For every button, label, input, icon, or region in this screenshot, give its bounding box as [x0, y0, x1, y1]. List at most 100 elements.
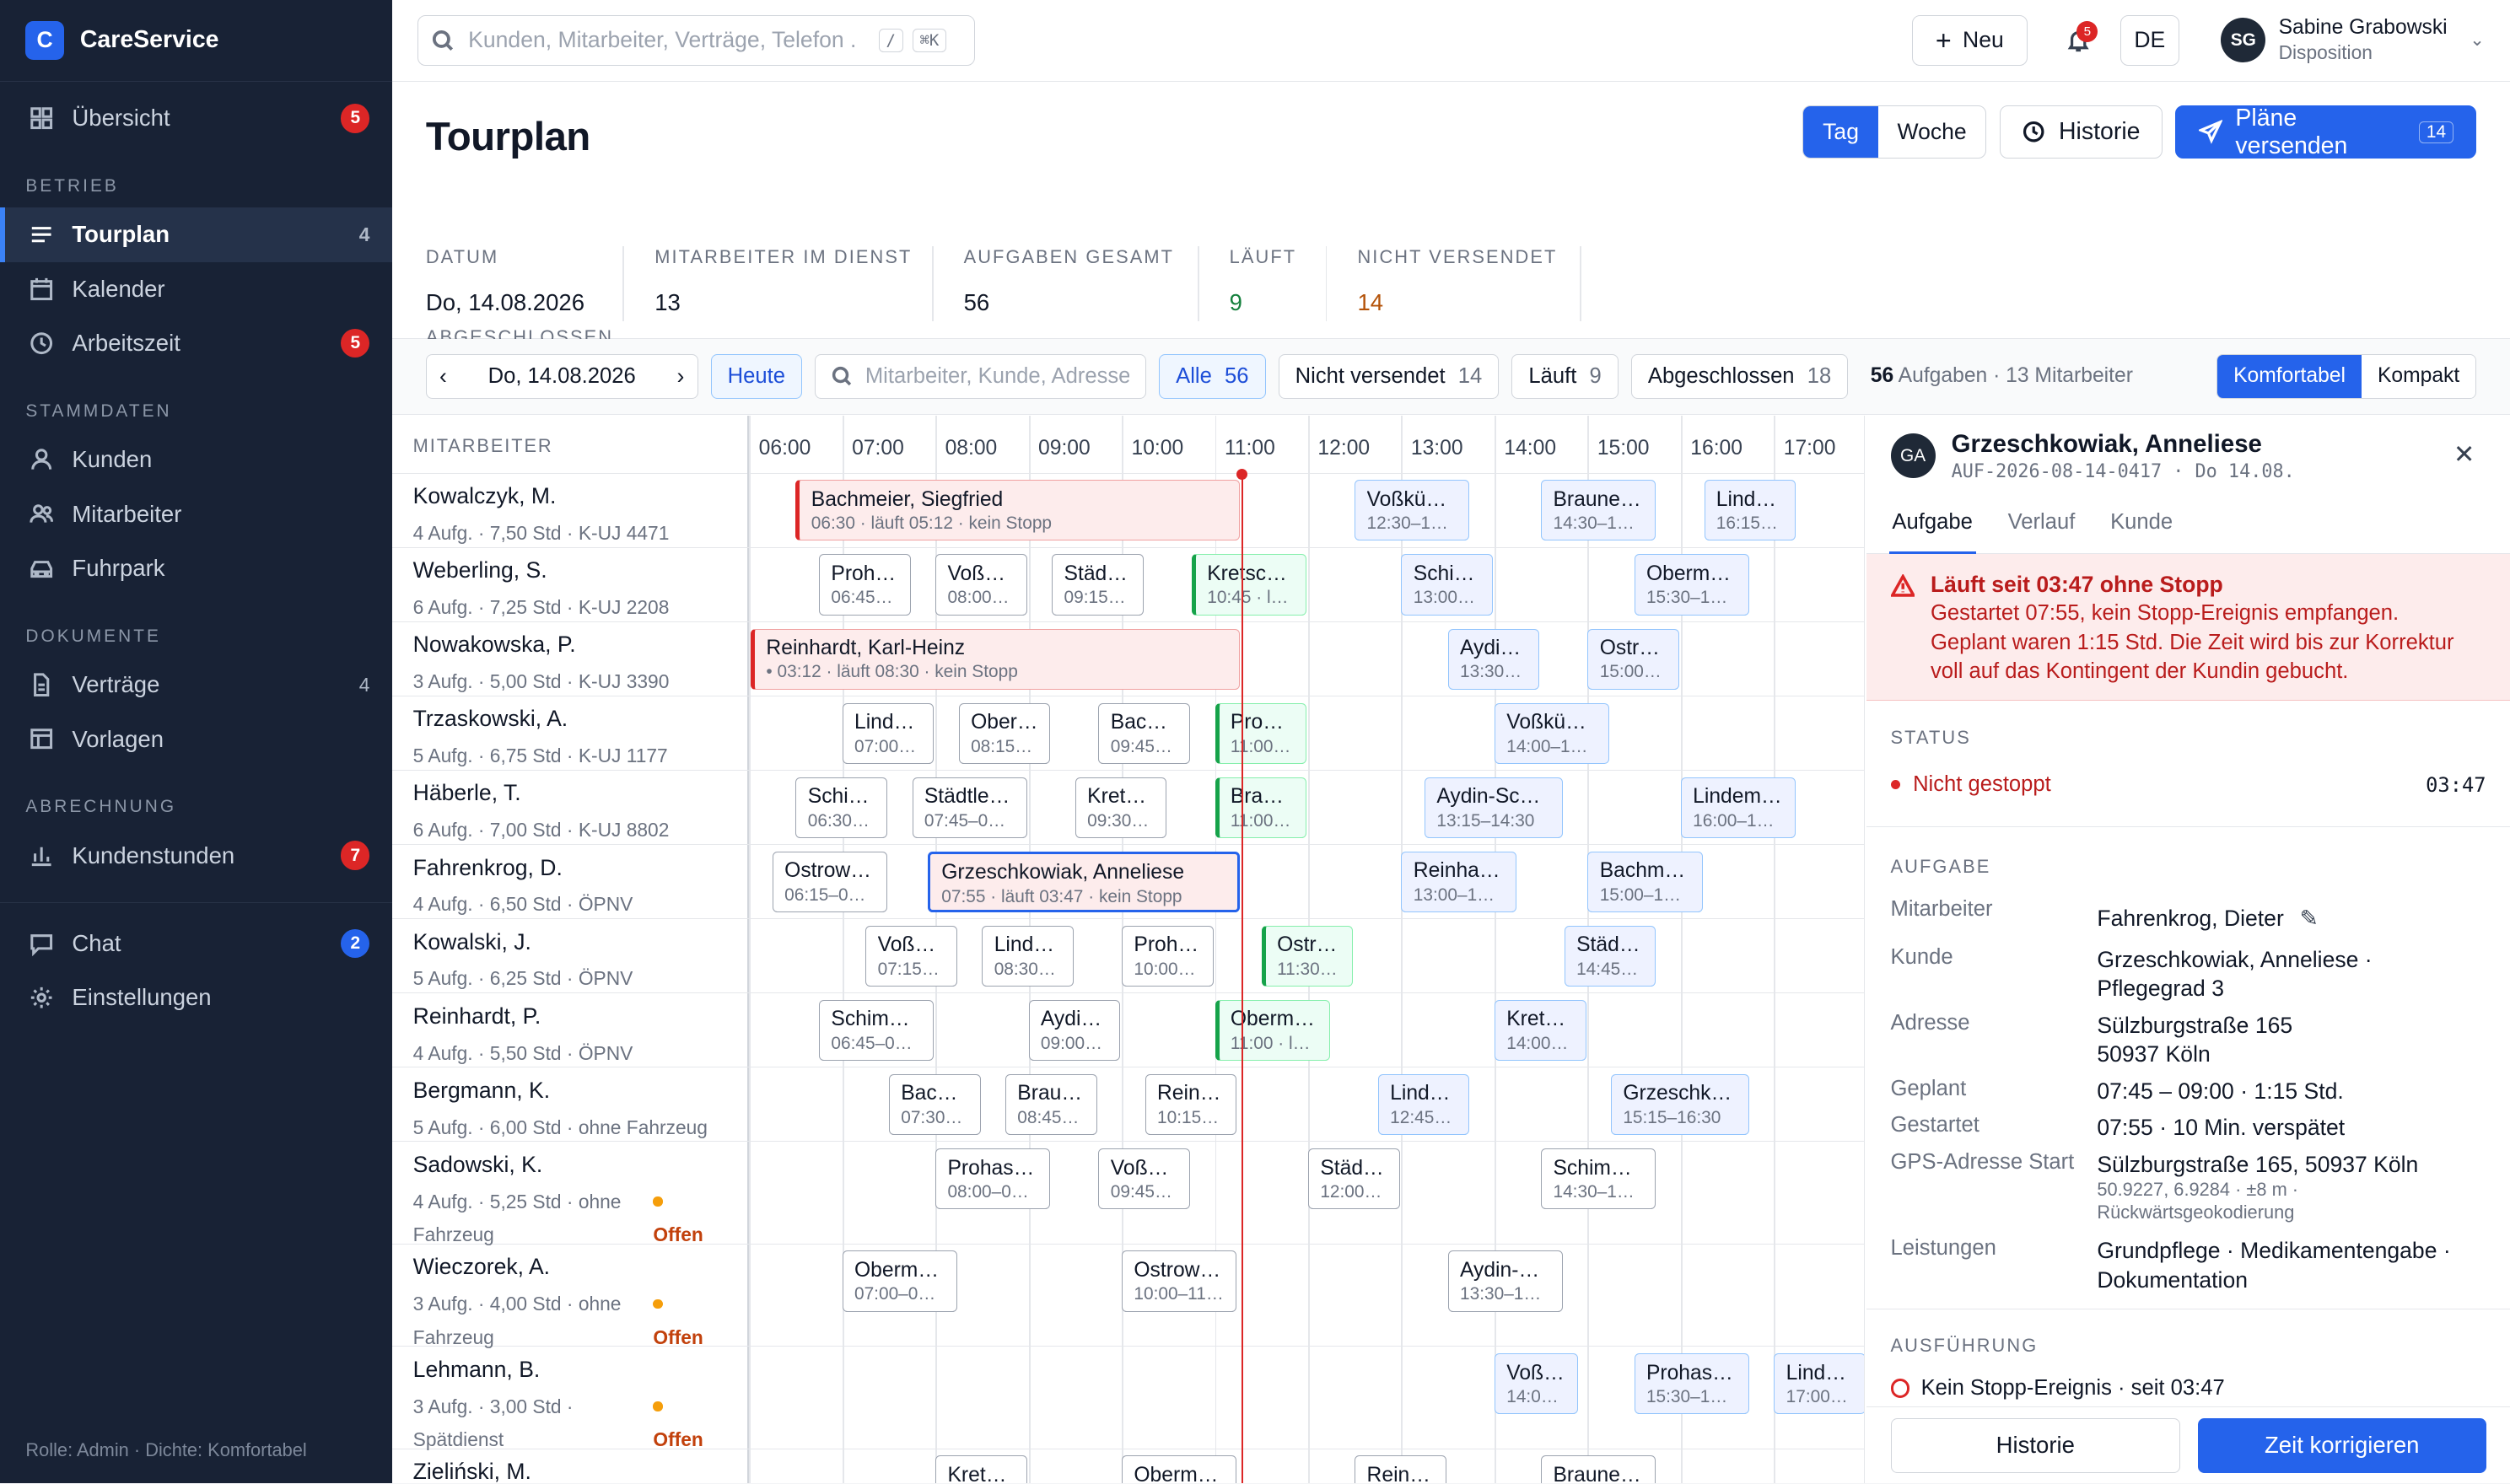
- tab-verlauf[interactable]: Verlauf: [2008, 496, 2076, 552]
- task-card[interactable]: Grzeschkowiak, Anneliese 07:55 · läuft 03…: [927, 851, 1240, 912]
- task-card[interactable]: Bachmeier, S.09:45–10:45: [1098, 702, 1191, 764]
- density-compact-button[interactable]: Kompakt: [2361, 354, 2476, 399]
- employee-name[interactable]: Bergmann, K.: [413, 1078, 550, 1104]
- task-card[interactable]: Voßkühler, H.14:00–15:00: [1494, 1352, 1579, 1415]
- task-card[interactable]: Obermeier, L.08:15–09:15: [958, 702, 1051, 764]
- task-card[interactable]: Voßkühler, H.08:00–09:00: [935, 554, 1027, 616]
- employee-name[interactable]: Kowalczyk, M.: [413, 483, 557, 509]
- table-row[interactable]: Sadowski, K. 4 Aufg. · 5,25 Std · ohne Fa…: [392, 1142, 1865, 1245]
- task-card[interactable]: Schimmel, Walter06:45–08:00: [819, 999, 935, 1061]
- task-card[interactable]: Ostrowski, J.10:00–11:15: [1122, 1250, 1237, 1312]
- task-card[interactable]: Kretschmer, A.14:00–15:00: [1494, 999, 1586, 1061]
- view-week-button[interactable]: Woche: [1878, 106, 1986, 158]
- employee-name[interactable]: Zieliński, M.: [413, 1459, 531, 1483]
- task-card[interactable]: Aydin, Selma13:30–14:30: [1447, 628, 1540, 690]
- table-row[interactable]: Weberling, S. 6 Aufg. · 7,25 Std · K-UJ 2…: [392, 548, 1865, 622]
- task-card[interactable]: Bachmeier, Siegfried 06:30 · läuft 05:12 …: [795, 480, 1240, 541]
- task-card[interactable]: Lindemann, G.16:00–17:00: [1680, 777, 1796, 838]
- sidebar-item-vertraege[interactable]: Verträge 4: [0, 658, 392, 712]
- filter-chip-nicht-versendet[interactable]: Nicht versendet 14: [1278, 353, 1500, 400]
- task-card[interactable]: Obermeier, L.11:00 · läuft: [1215, 999, 1330, 1061]
- chevron-left-icon[interactable]: ‹: [439, 363, 447, 390]
- table-row[interactable]: Häberle, T. 6 Aufg. · 7,00 Std · K-UJ 880…: [392, 771, 1865, 846]
- task-card[interactable]: Grzeschkowiak15:15–16:30: [1611, 1073, 1749, 1136]
- task-card[interactable]: Reinhardt, Karl-Heinz • 03:12 · läuft 08:…: [751, 628, 1240, 690]
- table-row[interactable]: Kowalski, J. 5 Aufg. · 6,25 Std · ÖPNV Voß…: [392, 919, 1865, 994]
- table-row[interactable]: Fahrenkrog, D. 4 Aufg. · 6,50 Std · ÖPNV O…: [392, 845, 1865, 920]
- history-button[interactable]: Historie: [1999, 105, 2163, 159]
- brand[interactable]: C CareService: [0, 0, 392, 82]
- task-card[interactable]: Lindemann, G.07:00–08:00: [842, 702, 935, 764]
- edit-icon[interactable]: ✎: [2300, 906, 2319, 931]
- sidebar-item-overview[interactable]: Übersicht 5: [0, 91, 392, 146]
- language-switch[interactable]: DE: [2119, 14, 2179, 67]
- correct-time-button[interactable]: Zeit korrigieren: [2197, 1418, 2486, 1473]
- sidebar-item-fuhrpark[interactable]: Fuhrpark: [0, 541, 392, 596]
- task-card[interactable]: Voßkühler, H.09:45–10:45: [1098, 1148, 1191, 1210]
- task-card[interactable]: Lindemann, G.12:45–13:45: [1377, 1073, 1470, 1136]
- task-card[interactable]: Voßkühler, H.07:15–08:15: [865, 925, 957, 987]
- task-card[interactable]: Aydin-Schulz, M.13:15–14:30: [1425, 777, 1563, 838]
- sidebar-item-tourplan[interactable]: Tourplan 4: [0, 207, 392, 262]
- tab-kunde[interactable]: Kunde: [2110, 496, 2173, 552]
- task-card[interactable]: Prohaska, E.08:00–09:15: [935, 1148, 1051, 1210]
- table-row[interactable]: Zieliński, M. Kretschmer, A. Obermeier, L.…: [392, 1449, 1864, 1484]
- task-card[interactable]: Lindemann, G.08:30–09:30: [982, 925, 1074, 987]
- filter-chip-laeuft[interactable]: Läuft 9: [1511, 353, 1619, 400]
- employee-name[interactable]: Weberling, S.: [413, 557, 547, 583]
- close-icon[interactable]: ✕: [2453, 440, 2475, 470]
- employee-name[interactable]: Sadowski, K.: [413, 1152, 543, 1178]
- task-card[interactable]: Prohaska, E.06:45–07:45: [819, 554, 911, 616]
- density-comfort-button[interactable]: Komfortabel: [2217, 354, 2362, 399]
- task-card[interactable]: Städtler, R.12:00–13:00: [1308, 1148, 1400, 1210]
- task-card[interactable]: Brauneis, K.: [1541, 1455, 1656, 1484]
- tab-aufgabe[interactable]: Aufgabe: [1888, 496, 1977, 556]
- task-card[interactable]: Schimmel, W.06:30–07:30: [795, 777, 888, 838]
- view-day-button[interactable]: Tag: [1803, 106, 1878, 158]
- task-card[interactable]: Kretschmer, A.09:30–10:30: [1075, 777, 1167, 838]
- table-row[interactable]: Kowalczyk, M. 4 Aufg. · 7,50 Std · K-UJ 4…: [392, 474, 1865, 548]
- task-card[interactable]: Lindemann, G.17:00–18:00: [1774, 1352, 1865, 1415]
- filter-chip-alle[interactable]: Alle 56: [1159, 353, 1266, 400]
- task-card[interactable]: Reinhardt, K.13:00–14:15: [1401, 851, 1516, 912]
- task-card[interactable]: Prohaska, E.11:00 · läuft: [1215, 702, 1307, 764]
- send-plans-button[interactable]: Pläne versenden 14: [2175, 105, 2477, 159]
- task-card[interactable]: Aydin, Selma09:00–10:00: [1028, 999, 1121, 1061]
- task-card[interactable]: Brauneis, K.08:45–09:45: [1005, 1073, 1097, 1136]
- employee-name[interactable]: Häberle, T.: [413, 780, 521, 806]
- task-card[interactable]: Voßkühler, H.14:00–15:15: [1494, 702, 1610, 764]
- table-row[interactable]: Bergmann, K. 5 Aufg. · 6,00 Std · ohne Fa…: [392, 1067, 1865, 1143]
- employee-name[interactable]: Lehmann, B.: [413, 1357, 541, 1383]
- task-card[interactable]: Prohaska, E.10:00–11:00: [1122, 925, 1214, 987]
- task-card[interactable]: Kretschmer, A.10:45 · läuft: [1191, 554, 1307, 616]
- sidebar-item-mitarbeiter[interactable]: Mitarbeiter: [0, 487, 392, 541]
- task-card[interactable]: Städtler, Ruth07:45–09:00: [912, 777, 1027, 838]
- sidebar-item-arbeitszeit[interactable]: Arbeitszeit 5: [0, 316, 392, 371]
- task-card[interactable]: Obermeier, L.15:30–16:45: [1634, 554, 1749, 616]
- sidebar-item-chat[interactable]: Chat 2: [0, 917, 392, 971]
- task-card[interactable]: Städtler, R.09:15–10:15: [1052, 554, 1144, 616]
- panel-history-button[interactable]: Historie: [1890, 1418, 2181, 1473]
- task-card[interactable]: Voßkühler, H.12:30–14:00: [1355, 480, 1470, 541]
- task-card[interactable]: Schimmel, W.13:00–14:00: [1401, 554, 1494, 616]
- filter-chip-abgeschlossen[interactable]: Abgeschlossen 18: [1630, 353, 1849, 400]
- employee-name[interactable]: Wieczorek, A.: [413, 1254, 550, 1280]
- task-card[interactable]: Brauneis, K.11:00 · läuft: [1215, 777, 1307, 838]
- employee-name[interactable]: Reinhardt, P.: [413, 1003, 541, 1030]
- task-card[interactable]: Städtler, R.14:45–15:45: [1564, 925, 1656, 987]
- task-card[interactable]: Ostrowski, J.11:30 · läuft: [1261, 925, 1354, 987]
- date-picker[interactable]: ‹ Do, 14.08.2026 ›: [425, 353, 698, 400]
- sidebar-item-kunden[interactable]: Kunden: [0, 433, 392, 487]
- task-card[interactable]: Reinhardt, K.10:15–11:15: [1145, 1073, 1237, 1136]
- task-card[interactable]: Reinhardt, K.: [1355, 1455, 1446, 1484]
- task-card[interactable]: Ostrowski, J.15:00–16:00: [1587, 628, 1679, 690]
- task-card[interactable]: Obermeier, L.07:00–08:15: [842, 1250, 957, 1312]
- task-card[interactable]: Schimmel, W.14:30–15:45: [1541, 1148, 1656, 1210]
- new-button[interactable]: + Neu: [1912, 14, 2028, 67]
- notifications-button[interactable]: 5: [2049, 15, 2107, 67]
- task-card[interactable]: Lindemann, G.16:15–17:00: [1704, 480, 1796, 541]
- sidebar-item-einstellungen[interactable]: Einstellungen: [0, 971, 392, 1025]
- table-row[interactable]: Trzaskowski, A. 5 Aufg. · 6,75 Std · K-UJ…: [392, 696, 1865, 772]
- sidebar-item-kalender[interactable]: Kalender: [0, 262, 392, 317]
- employee-name[interactable]: Kowalski, J.: [413, 929, 531, 955]
